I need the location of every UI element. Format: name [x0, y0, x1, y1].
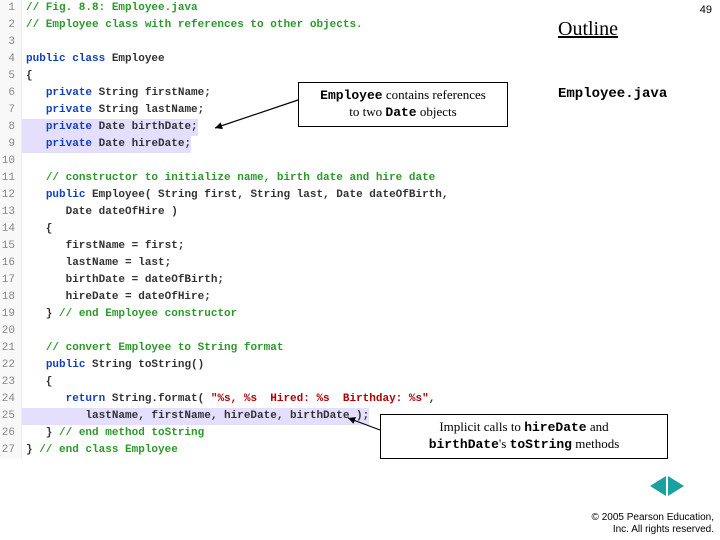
code-content: {	[22, 221, 52, 238]
code-content: // Employee class with references to oth…	[22, 17, 363, 34]
code-content: lastName = last;	[22, 255, 171, 272]
code-content: private Date birthDate;	[22, 119, 198, 136]
code-line: 10	[0, 153, 540, 170]
code-content	[22, 34, 33, 51]
code-line: 21 // convert Employee to String format	[0, 340, 540, 357]
line-number: 6	[0, 85, 22, 102]
line-number: 2	[0, 17, 22, 34]
code-line: 15 firstName = first;	[0, 238, 540, 255]
code-content: hireDate = dateOfHire;	[22, 289, 211, 306]
line-number: 9	[0, 136, 22, 153]
line-number: 14	[0, 221, 22, 238]
code-content: // Fig. 8.8: Employee.java	[22, 0, 198, 17]
code-line: 24 return String.format( "%s, %s Hired: …	[0, 391, 540, 408]
callout-text: to two	[349, 104, 385, 119]
nav-buttons	[650, 476, 684, 496]
callout-text: Employee	[320, 88, 382, 103]
line-number: 8	[0, 119, 22, 136]
code-line: 11 // constructor to initialize name, bi…	[0, 170, 540, 187]
line-number: 20	[0, 323, 22, 340]
line-number: 22	[0, 357, 22, 374]
code-content: {	[22, 68, 33, 85]
callout-text: birthDate	[429, 437, 499, 452]
code-listing: 1// Fig. 8.8: Employee.java2// Employee …	[0, 0, 540, 459]
code-content: } // end Employee constructor	[22, 306, 237, 323]
next-slide-button[interactable]	[668, 476, 684, 496]
callout-text: contains references	[383, 87, 486, 102]
line-number: 15	[0, 238, 22, 255]
line-number: 19	[0, 306, 22, 323]
code-content: {	[22, 374, 52, 391]
callout-text: toString	[510, 437, 572, 452]
prev-slide-button[interactable]	[650, 476, 666, 496]
callout-text: 's	[499, 436, 510, 451]
code-content: public Employee( String first, String la…	[22, 187, 448, 204]
code-line: 19 } // end Employee constructor	[0, 306, 540, 323]
code-content: return String.format( "%s, %s Hired: %s …	[22, 391, 435, 408]
line-number: 27	[0, 442, 22, 459]
line-number: 13	[0, 204, 22, 221]
line-number: 5	[0, 68, 22, 85]
line-number: 21	[0, 340, 22, 357]
line-number: 11	[0, 170, 22, 187]
line-number: 4	[0, 51, 22, 68]
code-line: 22 public String toString()	[0, 357, 540, 374]
code-line: 9 private Date hireDate;	[0, 136, 540, 153]
code-content: private String lastName;	[22, 102, 204, 119]
code-content: private Date hireDate;	[22, 136, 191, 153]
code-line: 14 {	[0, 221, 540, 238]
code-content: lastName, firstName, hireDate, birthDate…	[22, 408, 369, 425]
callout-date-refs: Employee contains references to two Date…	[298, 82, 508, 127]
code-line: 17 birthDate = dateOfBirth;	[0, 272, 540, 289]
code-content: Date dateOfHire )	[22, 204, 178, 221]
code-content	[22, 153, 33, 170]
code-content: // convert Employee to String format	[22, 340, 283, 357]
callout-text: and	[587, 419, 609, 434]
code-line: 12 public Employee( String first, String…	[0, 187, 540, 204]
page-number: 49	[700, 4, 712, 16]
line-number: 23	[0, 374, 22, 391]
line-number: 7	[0, 102, 22, 119]
code-line: 1// Fig. 8.8: Employee.java	[0, 0, 540, 17]
line-number: 24	[0, 391, 22, 408]
code-content: birthDate = dateOfBirth;	[22, 272, 224, 289]
line-number: 1	[0, 0, 22, 17]
line-number: 12	[0, 187, 22, 204]
copyright-line: Inc. All rights reserved.	[592, 524, 714, 536]
code-line: 4public class Employee	[0, 51, 540, 68]
callout-text: hireDate	[524, 420, 586, 435]
code-line: 2// Employee class with references to ot…	[0, 17, 540, 34]
code-content: private String firstName;	[22, 85, 211, 102]
code-line: 23 {	[0, 374, 540, 391]
code-content: public class Employee	[22, 51, 165, 68]
line-number: 25	[0, 408, 22, 425]
code-line: 18 hireDate = dateOfHire;	[0, 289, 540, 306]
code-content: } // end method toString	[22, 425, 204, 442]
line-number: 26	[0, 425, 22, 442]
callout-text: Date	[385, 105, 416, 120]
outline-heading: Outline	[558, 18, 618, 41]
callout-tostring: Implicit calls to hireDate and birthDate…	[380, 414, 668, 459]
code-content: public String toString()	[22, 357, 204, 374]
line-number: 3	[0, 34, 22, 51]
callout-text: objects	[417, 104, 457, 119]
code-content: // constructor to initialize name, birth…	[22, 170, 435, 187]
copyright: © 2005 Pearson Education, Inc. All right…	[592, 512, 714, 536]
source-filename: Employee.java	[558, 86, 667, 102]
callout-text: Implicit calls to	[439, 419, 524, 434]
line-number: 10	[0, 153, 22, 170]
line-number: 16	[0, 255, 22, 272]
line-number: 17	[0, 272, 22, 289]
code-line: 20	[0, 323, 540, 340]
line-number: 18	[0, 289, 22, 306]
code-content: } // end class Employee	[22, 442, 178, 459]
code-line: 16 lastName = last;	[0, 255, 540, 272]
code-content	[22, 323, 33, 340]
callout-text: methods	[572, 436, 619, 451]
code-line: 3	[0, 34, 540, 51]
copyright-line: © 2005 Pearson Education,	[592, 512, 714, 524]
code-line: 13 Date dateOfHire )	[0, 204, 540, 221]
code-content: firstName = first;	[22, 238, 184, 255]
